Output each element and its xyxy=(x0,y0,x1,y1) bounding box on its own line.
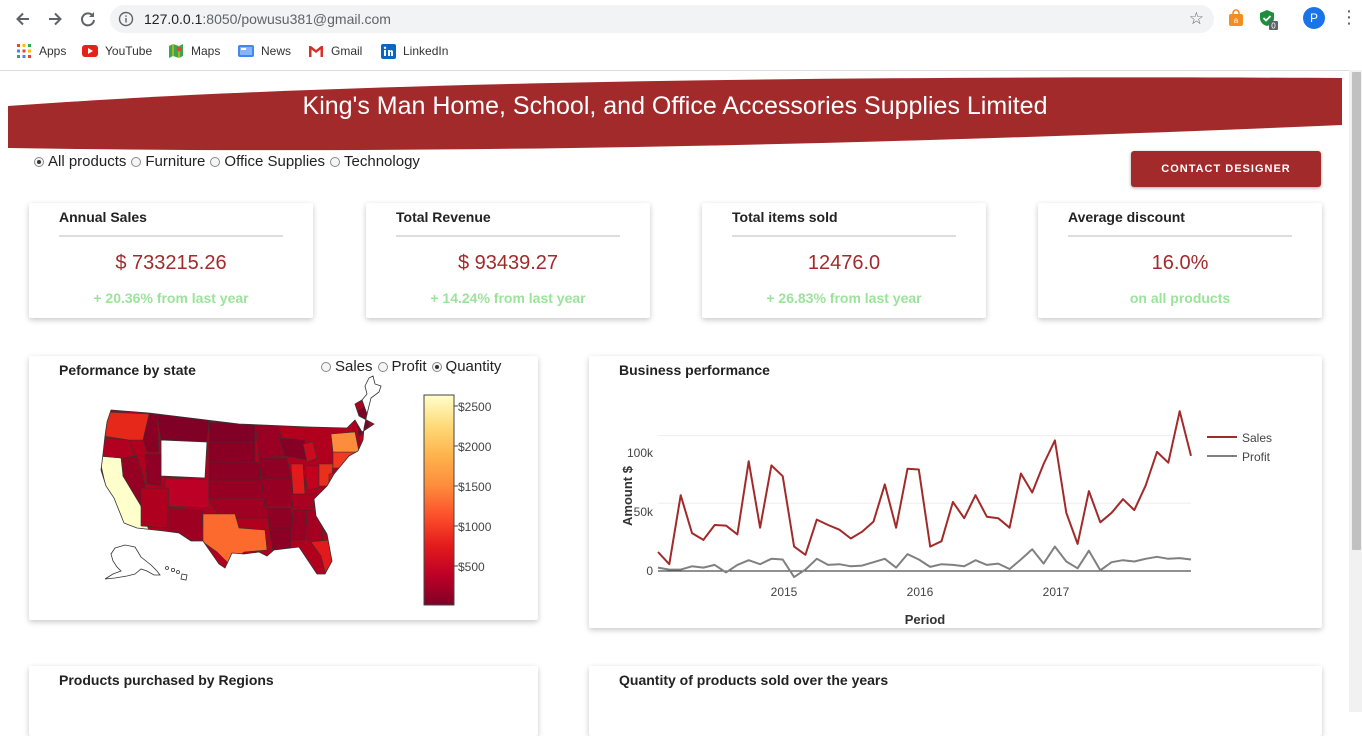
bookmark-youtube[interactable]: YouTube xyxy=(82,42,152,60)
series-line-sales[interactable] xyxy=(657,410,1192,566)
back-arrow-icon[interactable] xyxy=(12,8,34,30)
radio-all-products[interactable]: All products xyxy=(34,153,126,170)
kpi-value: $ 93439.27 xyxy=(457,252,559,274)
scrollbar-thumb[interactable] xyxy=(1352,72,1361,550)
radio-dot xyxy=(210,156,221,167)
info-icon[interactable] xyxy=(118,11,134,32)
state-outline xyxy=(104,544,161,580)
bookmark-apps[interactable]: Apps xyxy=(16,42,66,60)
kpi-change: + 20.36% from last year xyxy=(93,290,249,306)
browser-menu-icon[interactable]: ⋮ xyxy=(1340,8,1358,26)
radio-office-supplies[interactable]: Office Supplies xyxy=(210,153,325,170)
kpi-value: 12476.0 xyxy=(807,252,881,274)
bookmark-maps[interactable]: Maps xyxy=(168,42,220,60)
divider xyxy=(1068,235,1292,237)
x-tick-label: 2016 xyxy=(907,585,934,599)
state-outline xyxy=(361,375,382,416)
kpi-title: Annual Sales xyxy=(59,209,147,225)
kpi-value: 16.0% xyxy=(1151,252,1209,274)
bookmark-label: Maps xyxy=(191,44,221,58)
series-line-profit[interactable] xyxy=(657,545,1192,579)
radio-furniture[interactable]: Furniture xyxy=(131,153,205,170)
gmail-icon xyxy=(308,43,324,59)
news-icon xyxy=(238,43,254,59)
kpi-title: Total Revenue xyxy=(396,209,491,225)
url-text: 127.0.0.1:8050/powusu381@gmail.com xyxy=(144,11,391,27)
bookmark-label: News xyxy=(261,44,292,58)
quantity-over-years-card: Quantity of products sold over the years xyxy=(589,666,1322,736)
svg-text:0: 0 xyxy=(1271,22,1276,31)
youtube-icon xyxy=(82,43,98,59)
bookmark-gmail[interactable]: Gmail xyxy=(308,42,362,60)
card-title: Products purchased by Regions xyxy=(59,672,274,688)
business-performance-card: Business performance 0 50k 100k 2015 201… xyxy=(589,356,1322,628)
product-filter-radios: All products Furniture Office Supplies T… xyxy=(34,153,425,170)
kpi-change: + 26.83% from last year xyxy=(766,290,922,306)
reload-icon[interactable] xyxy=(77,8,99,30)
profile-avatar[interactable]: P xyxy=(1303,7,1325,29)
browser-chrome: 127.0.0.1:8050/powusu381@gmail.com ☆ a 0… xyxy=(0,0,1362,71)
divider xyxy=(732,235,956,237)
colorbar-tick-label: $1000 xyxy=(458,520,492,534)
kpi-title: Total items sold xyxy=(732,209,838,225)
regions-products-card: Products purchased by Regions xyxy=(29,666,538,736)
colorbar-tick-label: $500 xyxy=(458,560,485,574)
bookmark-star-icon[interactable]: ☆ xyxy=(1189,9,1204,29)
kpi-card-average-discount: Average discount 16.0% on all products xyxy=(1038,203,1322,318)
us-choropleth-map[interactable]: $2500 $2000 $1500 $1000 $500 xyxy=(29,356,538,620)
colorbar-tick-label: $1500 xyxy=(458,480,492,494)
radio-label: All products xyxy=(48,153,127,170)
gridlines xyxy=(658,435,1191,504)
divider xyxy=(59,235,283,237)
radio-label: Office Supplies xyxy=(224,153,326,170)
card-title: Quantity of products sold over the years xyxy=(619,672,889,688)
state-outline xyxy=(165,566,188,581)
forward-arrow-icon[interactable] xyxy=(44,8,66,30)
shield-extension-icon[interactable]: 0 xyxy=(1258,9,1278,31)
x-tick-label: 2015 xyxy=(771,585,798,599)
business-performance-chart[interactable]: 0 50k 100k 2015 2016 2017 Period Amount … xyxy=(589,356,1322,628)
x-axis-title: Period xyxy=(905,612,946,627)
bookmark-label: LinkedIn xyxy=(403,44,449,58)
y-tick-label: 50k xyxy=(634,505,654,519)
maps-icon xyxy=(168,43,184,59)
bookmark-news[interactable]: News xyxy=(238,42,291,60)
x-tick-label: 2017 xyxy=(1043,585,1070,599)
colorbar-tick-label: $2000 xyxy=(458,440,492,454)
kpi-change: + 14.24% from last year xyxy=(430,290,586,306)
legend-label: Profit xyxy=(1242,450,1271,464)
colorbar xyxy=(423,394,455,606)
bookmark-label: YouTube xyxy=(105,44,153,58)
svg-text:a: a xyxy=(1234,16,1239,25)
y-axis-title: Amount $ xyxy=(620,465,635,526)
y-tick-label: 100k xyxy=(627,446,654,460)
kpi-value: $ 733215.26 xyxy=(115,252,227,274)
radio-dot xyxy=(34,156,44,167)
bookmark-linkedin[interactable]: LinkedIn xyxy=(380,42,448,60)
shopping-extension-icon[interactable]: a xyxy=(1227,9,1245,27)
legend-label: Sales xyxy=(1242,431,1272,445)
page-title: King's Man Home, School, and Office Acce… xyxy=(302,92,1048,120)
divider xyxy=(396,235,620,237)
chart-legend[interactable]: Sales Profit xyxy=(1207,431,1272,464)
kpi-card-items-sold: Total items sold 12476.0 + 26.83% from l… xyxy=(702,203,986,318)
bookmark-label: Gmail xyxy=(331,44,363,58)
address-bar[interactable]: 127.0.0.1:8050/powusu381@gmail.com ☆ xyxy=(110,5,1214,33)
kpi-card-annual-sales: Annual Sales $ 733215.26 + 20.36% from l… xyxy=(29,203,313,318)
apps-grid-icon xyxy=(16,43,32,59)
kpi-change: on all products xyxy=(1129,290,1231,306)
state-performance-card: Peformance by state Sales Profit Quantit… xyxy=(29,356,538,620)
linkedin-icon xyxy=(380,43,396,59)
kpi-title: Average discount xyxy=(1068,209,1185,225)
colorbar-tick-label: $2500 xyxy=(458,400,492,414)
kpi-card-total-revenue: Total Revenue $ 93439.27 + 14.24% from l… xyxy=(366,203,650,318)
bookmark-label: Apps xyxy=(39,44,67,58)
contact-designer-button[interactable]: CONTACT DESIGNER xyxy=(1131,151,1321,187)
y-tick-label: 0 xyxy=(646,564,653,578)
radio-dot xyxy=(131,156,142,167)
radio-label: Technology xyxy=(344,153,420,170)
radio-technology[interactable]: Technology xyxy=(330,153,420,170)
radio-label: Furniture xyxy=(145,153,206,170)
radio-dot xyxy=(330,156,341,167)
